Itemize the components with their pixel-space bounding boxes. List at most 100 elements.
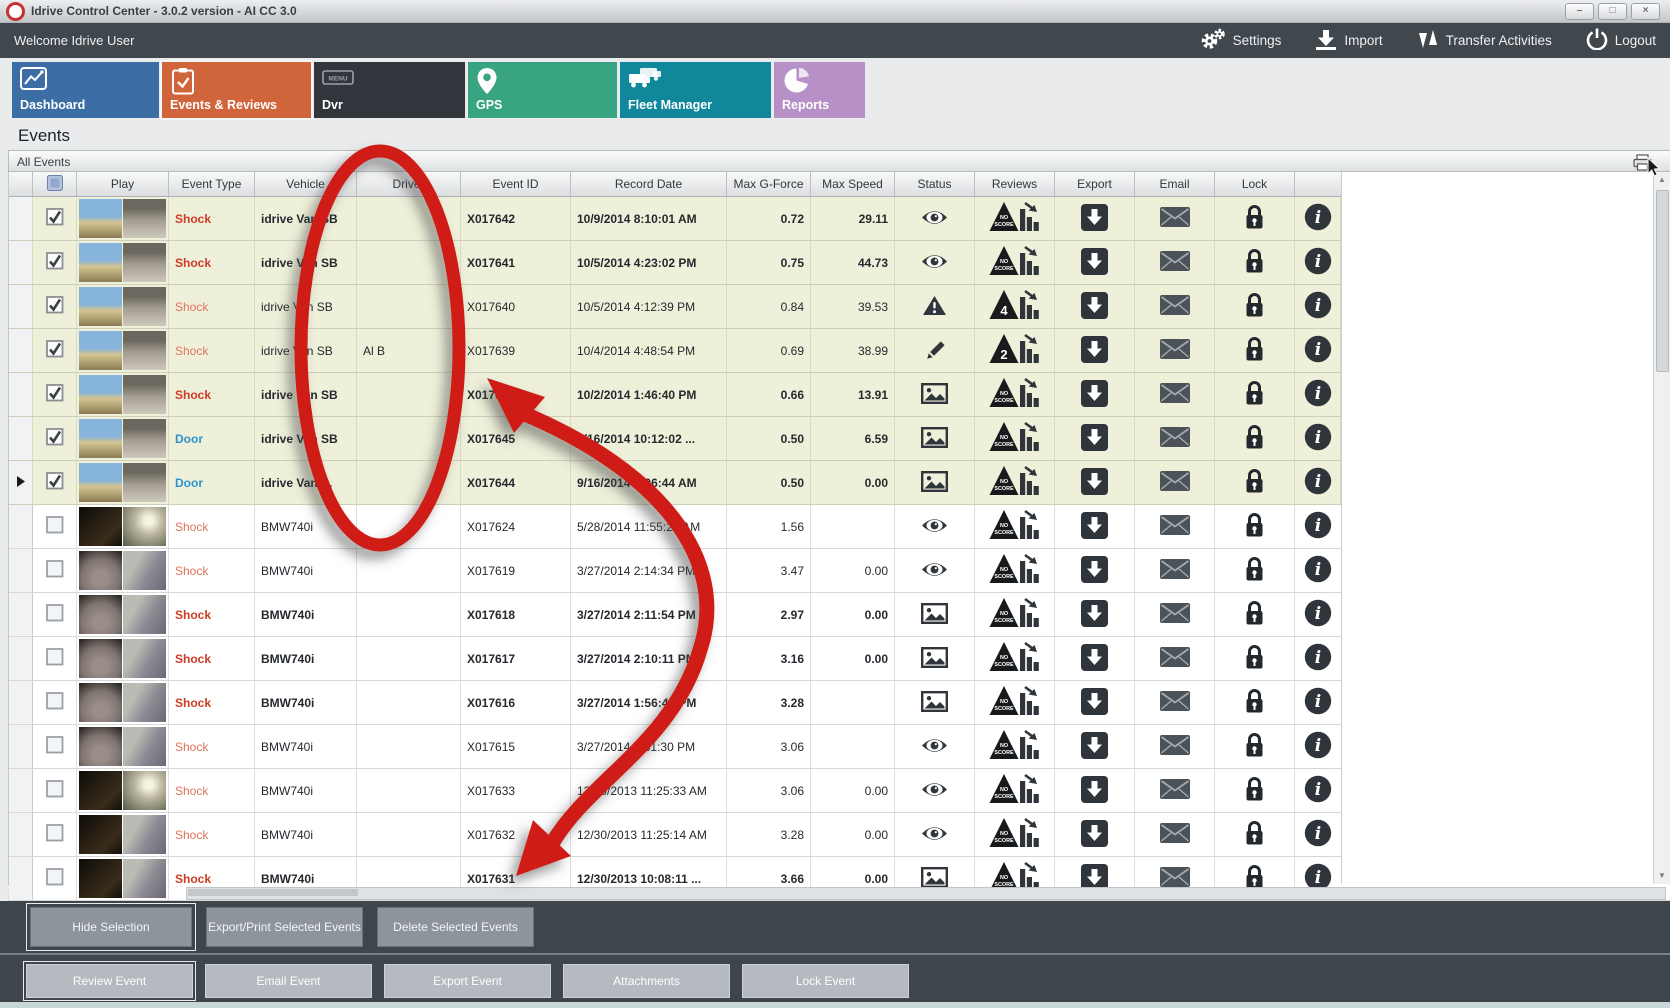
lock-cell[interactable]: [1215, 769, 1295, 812]
row-checkbox[interactable]: [33, 461, 77, 504]
email-cell[interactable]: [1135, 769, 1215, 812]
event-thumbnail-road[interactable]: [79, 595, 122, 634]
lock-cell[interactable]: [1215, 373, 1295, 416]
event-thumbnail-cabin[interactable]: [123, 419, 166, 458]
reviews-cell[interactable]: NOSCORE: [975, 197, 1055, 240]
reviews-cell[interactable]: 2: [975, 329, 1055, 372]
export-cell[interactable]: [1055, 681, 1135, 724]
menu-item-import[interactable]: Import: [1315, 29, 1382, 53]
tab-fleet-manager[interactable]: Fleet Manager: [620, 62, 771, 118]
row-checkbox[interactable]: [33, 373, 77, 416]
reviews-cell[interactable]: NOSCORE: [975, 461, 1055, 504]
row-checkbox[interactable]: [33, 725, 77, 768]
select-all-header[interactable]: [33, 172, 77, 196]
column-header-driver[interactable]: Driver: [357, 172, 461, 196]
tab-gps[interactable]: GPS: [468, 62, 617, 118]
info-cell[interactable]: i: [1295, 813, 1341, 856]
reviews-cell[interactable]: NOSCORE: [975, 593, 1055, 636]
event-thumbnail-cabin[interactable]: [123, 331, 166, 370]
play-cell[interactable]: [77, 593, 169, 636]
vertical-scrollbar[interactable]: ▲ ▼: [1653, 172, 1670, 884]
lock-cell[interactable]: [1215, 725, 1295, 768]
play-cell[interactable]: [77, 417, 169, 460]
reviews-cell[interactable]: NOSCORE: [975, 681, 1055, 724]
event-thumbnail-cabin[interactable]: [123, 683, 166, 722]
column-header-max-speed[interactable]: Max Speed: [811, 172, 895, 196]
event-thumbnail-cabin[interactable]: [123, 375, 166, 414]
row-checkbox[interactable]: [33, 813, 77, 856]
export-cell[interactable]: [1055, 417, 1135, 460]
export-cell[interactable]: [1055, 285, 1135, 328]
info-cell[interactable]: i: [1295, 285, 1341, 328]
event-thumbnail-road[interactable]: [79, 419, 122, 458]
tab-events-reviews[interactable]: Events & Reviews: [162, 62, 311, 118]
column-header-event-id[interactable]: Event ID: [461, 172, 571, 196]
email-cell[interactable]: [1135, 329, 1215, 372]
event-thumbnail-cabin[interactable]: [123, 507, 166, 546]
event-thumbnail-cabin[interactable]: [123, 771, 166, 810]
lock-cell[interactable]: [1215, 549, 1295, 592]
email-cell[interactable]: [1135, 813, 1215, 856]
lock-cell[interactable]: [1215, 505, 1295, 548]
event-thumbnail-road[interactable]: [79, 551, 122, 590]
email-cell[interactable]: [1135, 461, 1215, 504]
maximize-button[interactable]: □: [1598, 3, 1627, 20]
tab-reports[interactable]: Reports: [774, 62, 865, 118]
email-cell[interactable]: [1135, 197, 1215, 240]
reviews-cell[interactable]: NOSCORE: [975, 813, 1055, 856]
info-cell[interactable]: i: [1295, 637, 1341, 680]
event-thumbnail-cabin[interactable]: [123, 199, 166, 238]
export-cell[interactable]: [1055, 549, 1135, 592]
email-cell[interactable]: [1135, 593, 1215, 636]
column-header-max-g-force[interactable]: Max G-Force: [727, 172, 811, 196]
lock-cell[interactable]: [1215, 417, 1295, 460]
reviews-cell[interactable]: NOSCORE: [975, 725, 1055, 768]
play-cell[interactable]: [77, 505, 169, 548]
tab-dashboard[interactable]: Dashboard: [12, 62, 159, 118]
export-cell[interactable]: [1055, 505, 1135, 548]
row-checkbox[interactable]: [33, 241, 77, 284]
event-thumbnail-road[interactable]: [79, 287, 122, 326]
export-cell[interactable]: [1055, 725, 1135, 768]
export-cell[interactable]: [1055, 593, 1135, 636]
event-thumbnail-cabin[interactable]: [123, 287, 166, 326]
reviews-cell[interactable]: NOSCORE: [975, 637, 1055, 680]
column-header-status[interactable]: Status: [895, 172, 975, 196]
menu-item-logout[interactable]: Logout: [1586, 28, 1656, 53]
info-cell[interactable]: i: [1295, 329, 1341, 372]
info-cell[interactable]: i: [1295, 241, 1341, 284]
email-cell[interactable]: [1135, 241, 1215, 284]
event-thumbnail-cabin[interactable]: [123, 639, 166, 678]
reviews-cell[interactable]: NOSCORE: [975, 241, 1055, 284]
column-header-export[interactable]: Export: [1055, 172, 1135, 196]
play-cell[interactable]: [77, 285, 169, 328]
row-checkbox[interactable]: [33, 857, 77, 900]
play-cell[interactable]: [77, 373, 169, 416]
info-cell[interactable]: i: [1295, 549, 1341, 592]
event-thumbnail-road[interactable]: [79, 639, 122, 678]
email-cell[interactable]: [1135, 637, 1215, 680]
hide-selection-button[interactable]: Hide Selection: [30, 907, 192, 947]
lock-cell[interactable]: [1215, 593, 1295, 636]
event-thumbnail-road[interactable]: [79, 331, 122, 370]
event-thumbnail-cabin[interactable]: [123, 551, 166, 590]
lock-cell[interactable]: [1215, 813, 1295, 856]
event-thumbnail-road[interactable]: [79, 771, 122, 810]
row-checkbox[interactable]: [33, 681, 77, 724]
row-checkbox[interactable]: [33, 769, 77, 812]
export-cell[interactable]: [1055, 637, 1135, 680]
email-cell[interactable]: [1135, 725, 1215, 768]
lock-event-button[interactable]: Lock Event: [742, 964, 909, 998]
close-button[interactable]: ×: [1631, 3, 1660, 20]
column-header-event-type[interactable]: Event Type: [169, 172, 255, 196]
play-cell[interactable]: [77, 681, 169, 724]
row-checkbox[interactable]: [33, 417, 77, 460]
lock-cell[interactable]: [1215, 637, 1295, 680]
row-checkbox[interactable]: [33, 505, 77, 548]
lock-cell[interactable]: [1215, 461, 1295, 504]
event-thumbnail-cabin[interactable]: [123, 859, 166, 898]
event-thumbnail-road[interactable]: [79, 683, 122, 722]
info-cell[interactable]: i: [1295, 593, 1341, 636]
info-cell[interactable]: i: [1295, 505, 1341, 548]
event-thumbnail-road[interactable]: [79, 199, 122, 238]
